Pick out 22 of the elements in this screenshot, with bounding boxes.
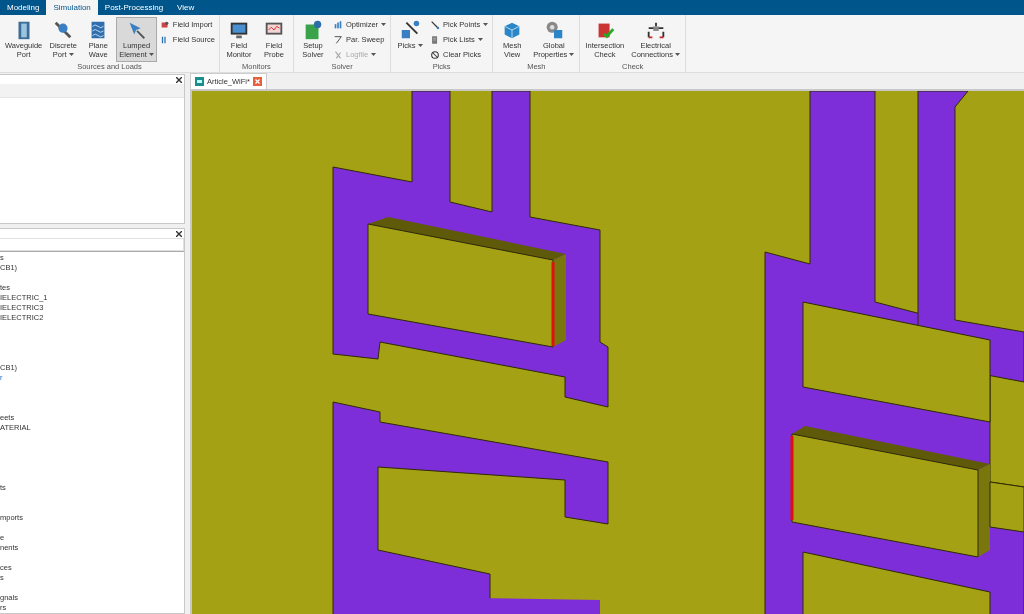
caret-icon	[675, 53, 681, 57]
caret-icon	[148, 53, 154, 57]
close-icon[interactable]	[176, 77, 182, 83]
import-icon	[159, 19, 170, 30]
caret-icon	[483, 22, 489, 27]
clear-icon	[430, 49, 441, 60]
menu-tab[interactable]: View	[170, 0, 202, 15]
caret-icon	[371, 52, 377, 57]
menu-tab[interactable]: Post-Processing	[97, 0, 171, 15]
caret-icon	[569, 53, 575, 57]
document-icon	[195, 77, 204, 86]
pick-point-icon	[430, 19, 441, 30]
caret-icon	[381, 22, 387, 27]
bars-icon	[332, 19, 343, 30]
caret-icon	[68, 53, 74, 57]
menu-tab[interactable]: Simulation	[46, 0, 98, 15]
caret-icon	[417, 44, 423, 48]
close-icon[interactable]	[176, 231, 182, 237]
menu-tab[interactable]: Modeling	[0, 0, 47, 15]
filter-field[interactable]	[0, 238, 184, 251]
caret-icon	[477, 37, 483, 42]
picks-icon	[399, 19, 422, 41]
